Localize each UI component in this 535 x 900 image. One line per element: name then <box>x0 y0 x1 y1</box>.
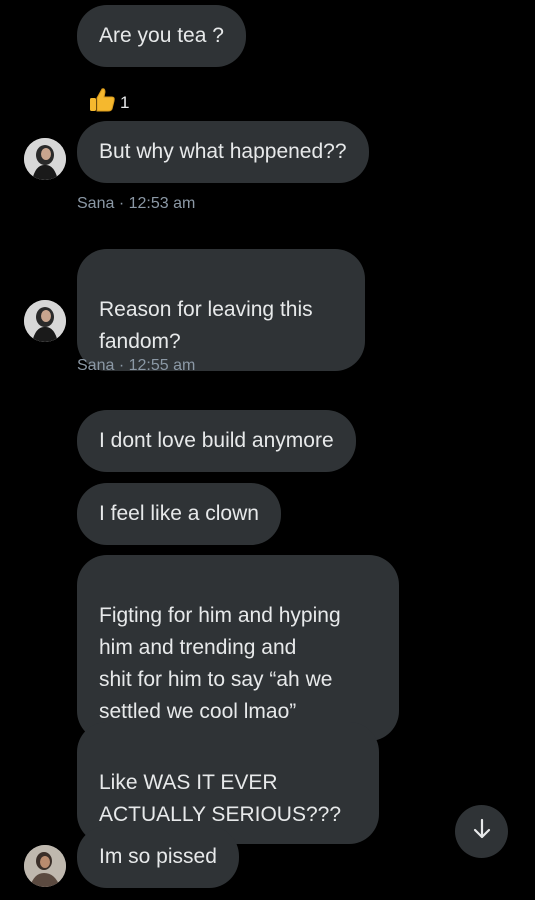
avatar[interactable] <box>24 300 66 342</box>
message-text: Reason for leaving this fandom? <box>99 298 313 353</box>
message-text: Im so pissed <box>99 845 217 868</box>
avatar[interactable] <box>24 845 66 887</box>
message-bubble[interactable]: Figting for him and hyping him and trend… <box>77 555 399 741</box>
message-meta: Sana · 12:55 am <box>77 357 196 374</box>
reaction-count: 1 <box>120 92 130 112</box>
avatar[interactable] <box>24 138 66 180</box>
message-bubble[interactable]: Reason for leaving this fandom? <box>77 249 365 371</box>
reaction-badge[interactable]: 1 <box>88 86 129 119</box>
thumbs-up-icon <box>88 86 116 119</box>
message-bubble[interactable]: I feel like a clown <box>77 483 281 545</box>
message-text: But why what happened?? <box>99 140 347 163</box>
message-text: I dont love build anymore <box>99 429 334 452</box>
message-text: Like WAS IT EVER ACTUALLY SERIOUS??? <box>99 771 341 826</box>
message-text: Are you tea ? <box>99 24 224 47</box>
message-text: Figting for him and hyping him and trend… <box>99 604 341 723</box>
scroll-to-bottom-button[interactable] <box>455 805 508 858</box>
message-bubble[interactable]: Are you tea ? <box>77 5 246 67</box>
arrow-down-icon <box>470 817 494 846</box>
message-bubble[interactable]: Im so pissed <box>77 826 239 888</box>
message-text: I feel like a clown <box>99 502 259 525</box>
message-bubble[interactable]: I dont love build anymore <box>77 410 356 472</box>
message-meta: Sana · 12:53 am <box>77 195 196 212</box>
message-bubble[interactable]: But why what happened?? <box>77 121 369 183</box>
